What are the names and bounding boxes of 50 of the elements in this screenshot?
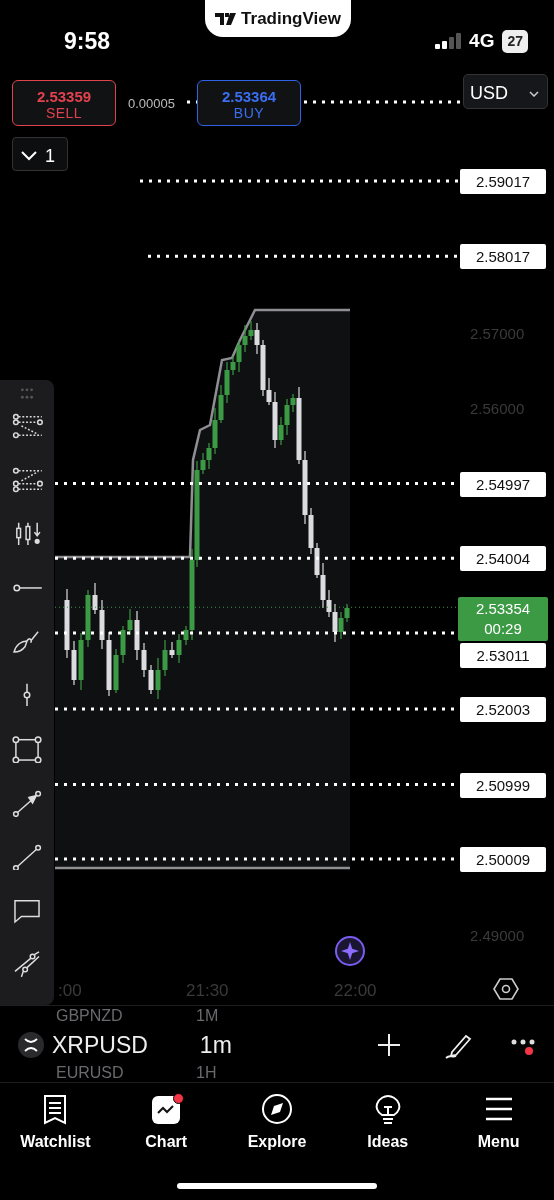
price-label: 2.54004 [460, 546, 546, 572]
symbol-text: GBPNZD [56, 1007, 123, 1025]
price-tick-label: 2.56000 [470, 399, 525, 420]
price-label: 2.53011 [460, 643, 546, 669]
currency-dropdown[interactable]: USD [463, 74, 548, 109]
more-icon[interactable] [511, 1039, 535, 1055]
nav-tab[interactable]: Menu [443, 1083, 554, 1165]
rectangle-icon[interactable] [11, 735, 43, 763]
nav-tab[interactable]: Chart [110, 1083, 222, 1165]
price-tick-label: 2.49000 [470, 925, 525, 946]
coin-icon [18, 1032, 44, 1058]
price-label: 2.58017 [460, 244, 546, 270]
symbol-text: EURUSD [56, 1064, 124, 1082]
chevron-down-icon [529, 90, 539, 97]
time-label: 21:30 [186, 980, 229, 1002]
logo-icon [215, 11, 238, 26]
fib-extension-icon[interactable] [11, 466, 43, 494]
add-icon[interactable] [376, 1032, 402, 1058]
app-banner-title: TradingView [241, 7, 341, 30]
time-label: 22:00 [334, 980, 377, 1002]
price-label: 2.50999 [460, 772, 546, 798]
price-label: 2.54997 [460, 471, 546, 497]
spread-text: 0.00005 [128, 95, 175, 113]
sparkle-icon[interactable] [334, 935, 366, 967]
price-label: 2.52003 [460, 696, 546, 722]
nav-tab[interactable]: Watchlist [0, 1083, 111, 1165]
settings-icon[interactable] [493, 977, 519, 1001]
fib-retracement-icon[interactable] [11, 413, 43, 440]
buy-button[interactable]: 2.53364 BUY [197, 80, 301, 126]
price-label: 2.59017 [460, 169, 546, 194]
sell-button[interactable]: 2.53359 SELL [12, 80, 116, 126]
symbol-selector[interactable]: XRPUSD [52, 1027, 148, 1063]
nav-tab[interactable]: Ideas [332, 1083, 444, 1165]
current-price-tag: 2.53354 00:29 [458, 597, 548, 642]
arrow-icon[interactable] [11, 789, 43, 817]
comment-icon[interactable] [11, 897, 43, 925]
interval-text: 1M [196, 1007, 219, 1025]
battery-level: 27 [502, 29, 528, 53]
orders-toggle[interactable]: 1 [12, 137, 68, 171]
interval-text: 1H [196, 1064, 217, 1082]
interval-selector[interactable]: 1m [199, 1027, 232, 1063]
price-tick-label: 2.57000 [470, 323, 525, 344]
signal-icon [435, 33, 462, 50]
time-label: :00 [58, 980, 82, 1002]
nav-tab[interactable]: Explore [221, 1083, 333, 1165]
price-label: 2.50009 [460, 847, 546, 873]
grip-icon[interactable] [19, 388, 35, 400]
clock-text: 9:58 [64, 27, 111, 56]
trend-line-icon[interactable] [11, 843, 43, 871]
network-text: 4G [469, 29, 495, 53]
